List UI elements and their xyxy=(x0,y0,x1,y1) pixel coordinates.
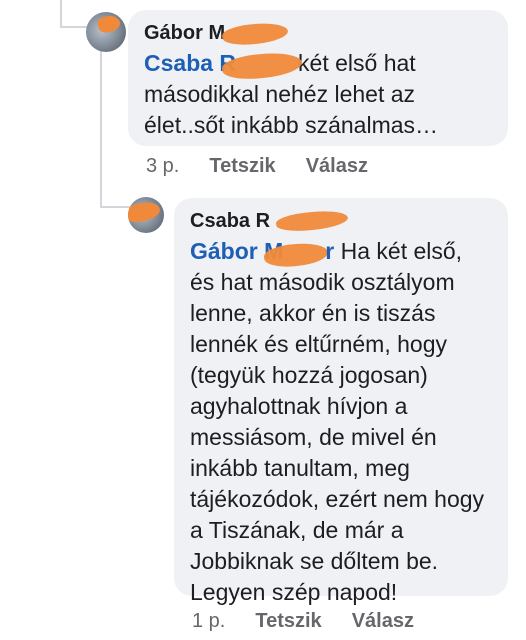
reply-button[interactable]: Válasz xyxy=(352,610,414,633)
comment-author-name[interactable]: Csaba R xyxy=(190,208,349,234)
mention-link[interactable]: Csaba R xyxy=(144,49,304,83)
thread-connector-top xyxy=(60,0,62,28)
comment-bubble-1: Gábor M Csaba Rkét első hat másodikkal n… xyxy=(128,10,508,146)
thread-connector-reply xyxy=(100,48,102,208)
reply-button[interactable]: Válasz xyxy=(306,155,368,178)
name-redaction xyxy=(275,208,349,234)
like-button[interactable]: Tetszik xyxy=(209,155,275,178)
avatar-csaba[interactable] xyxy=(128,197,164,233)
avatar-redaction xyxy=(96,13,122,35)
comment-time: 3 p. xyxy=(146,155,180,177)
mention-link-tail[interactable]: r xyxy=(325,238,334,264)
comment-actions-2: 1 p. Tetszik Válasz xyxy=(192,610,444,633)
comment-author-name[interactable]: Gábor M xyxy=(144,20,289,48)
comment-actions-1: 3 p. Tetszik Válasz xyxy=(146,155,398,178)
comment-bubble-2: Csaba R Gábor Mr Ha két első, és hat más… xyxy=(174,198,508,605)
avatar-gabor[interactable] xyxy=(86,12,126,52)
mention-link[interactable]: Gábor M xyxy=(190,238,329,270)
comment-time: 1 p. xyxy=(192,610,226,632)
name-redaction xyxy=(221,20,289,48)
avatar-redaction xyxy=(128,199,162,225)
comment-text: Csaba Rkét első hat másodikkal nehéz leh… xyxy=(144,49,439,138)
like-button[interactable]: Tetszik xyxy=(255,610,321,633)
comment-text: Gábor Mr Ha két első, és hat második osz… xyxy=(190,238,485,605)
